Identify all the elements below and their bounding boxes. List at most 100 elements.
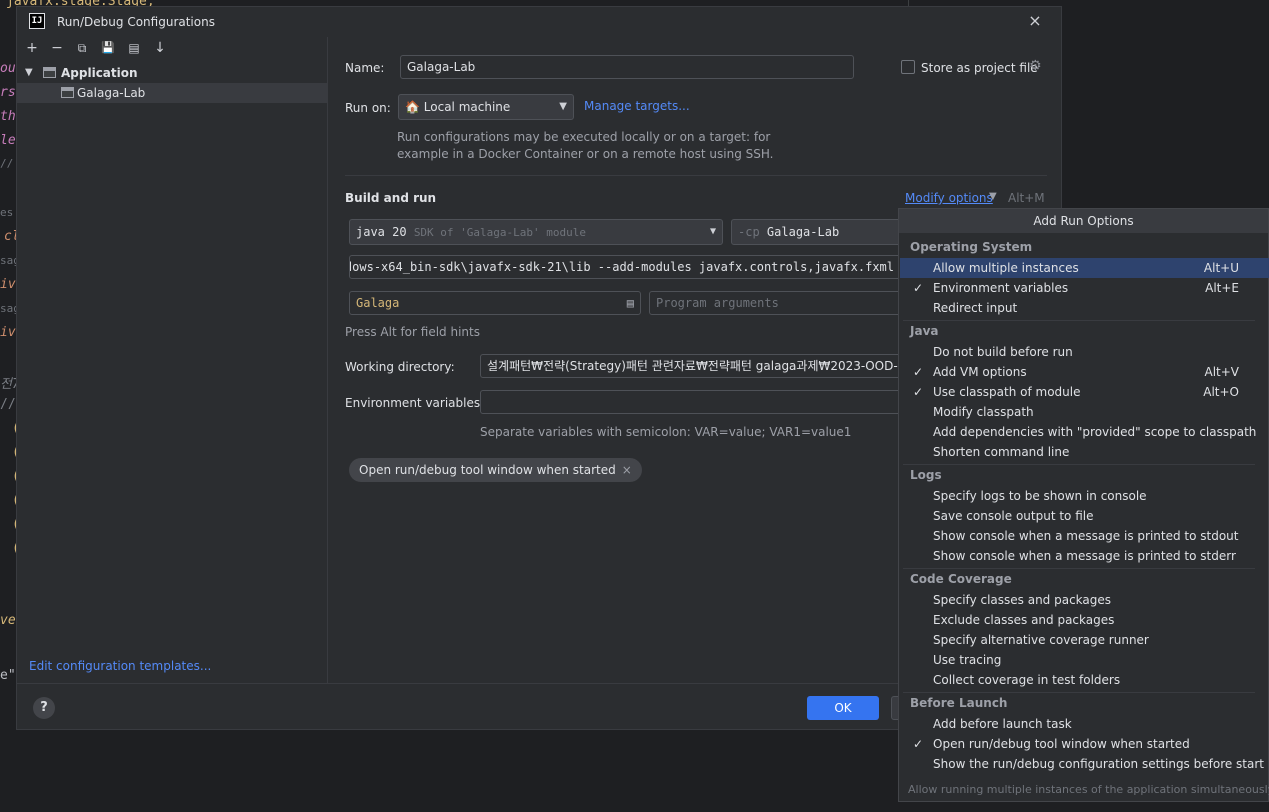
option-label: Add before launch task bbox=[933, 717, 1072, 731]
store-as-project-label: Store as project file bbox=[921, 61, 1038, 75]
chevron-down-icon: ▼ bbox=[989, 191, 997, 202]
option-shortcut: Alt+U bbox=[1203, 261, 1239, 275]
popup-divider bbox=[903, 692, 1255, 693]
run-on-label: Run on: bbox=[345, 101, 391, 115]
group-before-launch: Before Launch bbox=[910, 696, 1008, 710]
working-directory-label: Working directory: bbox=[345, 360, 455, 374]
code-fragment: es bbox=[0, 206, 14, 219]
check-icon: ✓ bbox=[913, 365, 924, 379]
option-add-vm-options[interactable]: ✓ Add VM options Alt+V bbox=[900, 362, 1269, 382]
option-specify-logs[interactable]: Specify logs to be shown in console bbox=[900, 486, 1269, 506]
tree-group-application[interactable]: ▼ Application bbox=[17, 63, 328, 83]
environment-variables-field[interactable] bbox=[480, 390, 901, 414]
gear-icon[interactable]: ⚙ bbox=[1029, 58, 1042, 74]
open-tool-window-chip[interactable]: Open run/debug tool window when started × bbox=[349, 458, 642, 482]
option-label: Open run/debug tool window when started bbox=[933, 737, 1190, 751]
name-field[interactable]: Galaga-Lab bbox=[400, 55, 854, 79]
option-open-tool-window[interactable]: ✓ Open run/debug tool window when starte… bbox=[900, 734, 1269, 754]
option-label: Exclude classes and packages bbox=[933, 613, 1115, 627]
close-icon[interactable]: × bbox=[622, 463, 632, 477]
option-redirect-input[interactable]: Redirect input bbox=[900, 298, 1269, 318]
main-class-field[interactable]: Galaga ▤ bbox=[349, 291, 641, 315]
add-config-button[interactable]: + bbox=[23, 39, 41, 57]
option-label: Shorten command line bbox=[933, 445, 1070, 459]
divider bbox=[345, 175, 1047, 176]
option-label: Specify logs to be shown in console bbox=[933, 489, 1147, 503]
tree-item-galaga-lab[interactable]: Galaga-Lab bbox=[17, 83, 328, 103]
field-hint: Press Alt for field hints bbox=[345, 325, 480, 339]
option-show-console-stderr[interactable]: Show console when a message is printed t… bbox=[900, 546, 1269, 566]
run-on-value: Local machine bbox=[423, 100, 511, 114]
ok-button[interactable]: OK bbox=[807, 696, 879, 720]
option-label: Environment variables bbox=[933, 281, 1069, 295]
option-label: Add dependencies with "provided" scope t… bbox=[933, 425, 1257, 439]
code-fragment: le bbox=[0, 133, 16, 148]
working-directory-field[interactable]: 설계패턴₩전략(Strategy)패턴 관련자료₩전략패턴 galaga과제₩2… bbox=[480, 354, 901, 378]
option-label: Do not build before run bbox=[933, 345, 1073, 359]
option-add-before-launch[interactable]: Add before launch task bbox=[900, 714, 1269, 734]
popup-divider bbox=[903, 568, 1255, 569]
chevron-down-icon: ▼ bbox=[25, 67, 33, 78]
jdk-select[interactable]: java 20 SDK of 'Galaga-Lab' module ▼ bbox=[349, 219, 723, 245]
option-label: Allow multiple instances bbox=[933, 261, 1079, 275]
option-shortcut: Alt+O bbox=[1203, 385, 1239, 399]
help-button[interactable]: ? bbox=[33, 697, 55, 719]
group-java: Java bbox=[910, 324, 939, 338]
option-label: Show console when a message is printed t… bbox=[933, 529, 1239, 543]
option-show-settings-before-start[interactable]: Show the run/debug configuration setting… bbox=[900, 754, 1269, 774]
application-config-icon bbox=[61, 87, 74, 98]
classpath-module-select[interactable]: -cp Galaga-Lab bbox=[731, 219, 901, 245]
copy-config-button[interactable]: ⧉ bbox=[73, 39, 91, 57]
build-and-run-heading: Build and run bbox=[345, 191, 437, 205]
popup-divider bbox=[903, 320, 1255, 321]
option-label: Specify alternative coverage runner bbox=[933, 633, 1149, 647]
cp-flag: -cp bbox=[738, 225, 760, 239]
code-fragment: ou bbox=[0, 61, 16, 76]
new-folder-button[interactable]: ▤ bbox=[125, 39, 143, 57]
option-save-console-output[interactable]: Save console output to file bbox=[900, 506, 1269, 526]
config-toolbar: + − ⧉ 💾 ▤ ↓ bbox=[17, 37, 327, 59]
option-use-tracing[interactable]: Use tracing bbox=[900, 650, 1269, 670]
option-modify-classpath[interactable]: Modify classpath bbox=[900, 402, 1269, 422]
manage-targets-link[interactable]: Manage targets... bbox=[584, 99, 690, 113]
code-fragment: e" bbox=[0, 668, 16, 683]
remove-config-button[interactable]: − bbox=[48, 39, 66, 57]
option-show-console-stdout[interactable]: Show console when a message is printed t… bbox=[900, 526, 1269, 546]
modify-options-shortcut: Alt+M bbox=[1008, 191, 1045, 205]
group-code-coverage: Code Coverage bbox=[910, 572, 1012, 586]
add-run-options-popup: Add Run Options Operating System Allow m… bbox=[898, 208, 1269, 802]
option-do-not-build[interactable]: Do not build before run bbox=[900, 342, 1269, 362]
jdk-version: java 20 bbox=[356, 225, 407, 239]
option-exclude-classes[interactable]: Exclude classes and packages bbox=[900, 610, 1269, 630]
tree-item-label: Galaga-Lab bbox=[77, 86, 146, 100]
program-arguments-placeholder: Program arguments bbox=[656, 296, 779, 310]
run-on-note-line-2: example in a Docker Container or on a re… bbox=[397, 147, 774, 161]
option-environment-variables[interactable]: ✓ Environment variables Alt+E bbox=[900, 278, 1269, 298]
option-coverage-test-folders[interactable]: Collect coverage in test folders bbox=[900, 670, 1269, 690]
cp-value: Galaga-Lab bbox=[766, 225, 840, 239]
code-fragment: iv bbox=[0, 325, 16, 340]
check-icon: ✓ bbox=[913, 385, 924, 399]
sort-button[interactable]: ↓ bbox=[151, 39, 169, 57]
store-as-project-checkbox[interactable] bbox=[901, 60, 915, 74]
edit-templates-link[interactable]: Edit configuration templates... bbox=[29, 659, 211, 673]
option-shorten-command-line[interactable]: Shorten command line bbox=[900, 442, 1269, 462]
option-specify-classes[interactable]: Specify classes and packages bbox=[900, 590, 1269, 610]
close-icon[interactable]: × bbox=[1025, 11, 1045, 31]
vm-options-field[interactable]: windows-x64_bin-sdk\javafx-sdk-21\lib --… bbox=[349, 255, 901, 279]
option-allow-multiple-instances[interactable]: Allow multiple instances Alt+U bbox=[900, 258, 1269, 278]
jdk-detail: SDK of 'Galaga-Lab' module bbox=[413, 226, 586, 239]
option-alternative-runner[interactable]: Specify alternative coverage runner bbox=[900, 630, 1269, 650]
code-fragment: // bbox=[0, 397, 16, 412]
group-operating-system: Operating System bbox=[910, 240, 1033, 254]
option-label: Show console when a message is printed t… bbox=[933, 549, 1236, 563]
modify-options-link[interactable]: Modify options bbox=[905, 191, 993, 205]
option-add-provided-dependencies[interactable]: Add dependencies with "provided" scope t… bbox=[900, 422, 1269, 442]
browse-icon[interactable]: ▤ bbox=[627, 292, 634, 314]
program-arguments-field[interactable]: Program arguments bbox=[649, 291, 901, 315]
run-on-select[interactable]: 🏠 Local machine ▼ bbox=[398, 94, 574, 120]
option-use-classpath-of-module[interactable]: ✓ Use classpath of module Alt+O bbox=[900, 382, 1269, 402]
environment-variables-label: Environment variables: bbox=[345, 396, 485, 410]
application-icon bbox=[43, 67, 56, 78]
save-config-button[interactable]: 💾 bbox=[99, 39, 117, 57]
